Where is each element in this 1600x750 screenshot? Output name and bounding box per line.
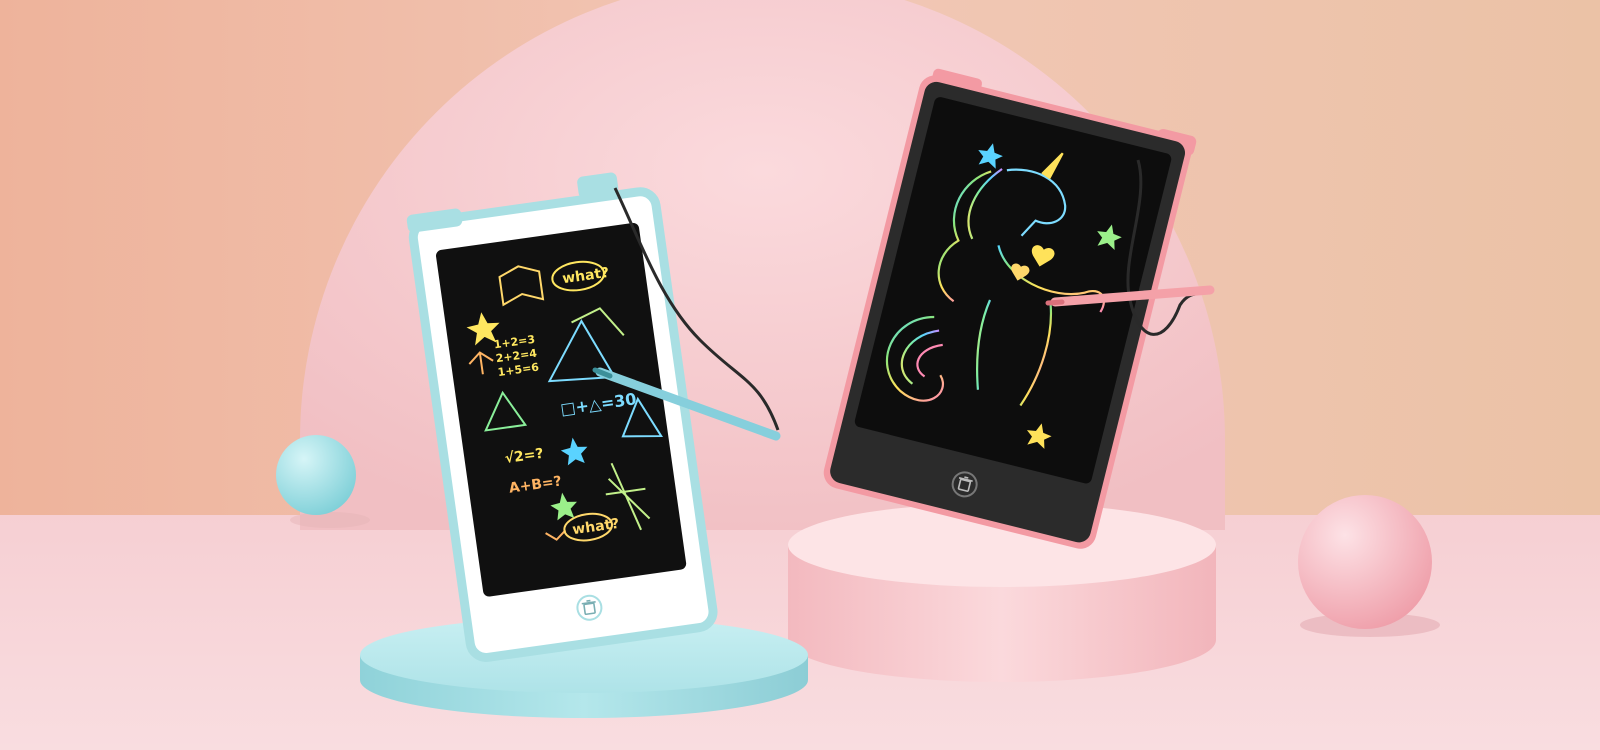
product-scene: what? what? □+△=30 √2=? A+B=? 1+2=3 2+2=…	[0, 0, 1600, 750]
scene-svg: what? what? □+△=30 √2=? A+B=? 1+2=3 2+2=…	[0, 0, 1600, 750]
pink-podium	[788, 503, 1216, 682]
blue-ball	[276, 435, 356, 515]
blue-ball-shadow	[290, 512, 370, 528]
pink-ball	[1298, 495, 1432, 629]
